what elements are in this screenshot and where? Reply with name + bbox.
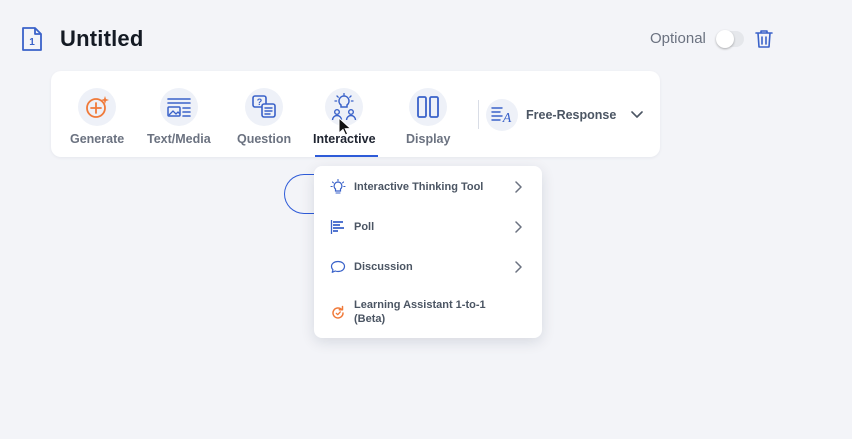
chevron-down-icon — [631, 111, 644, 118]
chevron-right-icon — [515, 221, 522, 233]
tool-display[interactable]: Display — [406, 88, 450, 146]
tool-label-text-media: Text/Media — [147, 132, 211, 146]
text-media-circle — [159, 88, 198, 126]
question-icon: ? — [252, 95, 276, 118]
display-circle — [409, 88, 448, 126]
free-response-circle: A — [486, 99, 518, 131]
tool-label-question: Question — [237, 132, 292, 146]
content-toolbar: Generate Text/Media ? Question Interacti… — [51, 71, 660, 157]
toolbar-divider — [478, 100, 479, 129]
question-circle: ? — [245, 88, 284, 126]
chevron-right-icon — [515, 261, 522, 273]
mouse-cursor-icon — [338, 117, 352, 136]
tool-text-media[interactable]: Text/Media — [147, 88, 211, 146]
interactive-menu: Interactive Thinking Tool Poll Discussio… — [314, 166, 542, 338]
assistant-refresh-icon — [332, 305, 344, 319]
menu-label-interactive-thinking-tool: Interactive Thinking Tool — [354, 181, 484, 193]
toggle-knob — [715, 29, 734, 48]
question-type-label: Free-Response — [526, 108, 617, 122]
generate-circle — [78, 88, 117, 126]
optional-label: Optional — [650, 30, 706, 47]
menu-label-discussion: Discussion — [354, 261, 413, 273]
sparkle-plus-icon — [86, 96, 110, 118]
optional-toggle[interactable] — [715, 29, 744, 48]
menu-item-learning-assistant[interactable]: Learning Assistant 1-to-1 (Beta) — [314, 298, 542, 328]
chat-bubble-icon — [330, 260, 346, 273]
tool-label-display: Display — [406, 132, 451, 146]
menu-label-learning-assistant: Learning Assistant 1-to-1 (Beta) — [354, 299, 486, 325]
tool-question[interactable]: ? Question — [237, 88, 291, 146]
tool-label-generate: Generate — [70, 132, 125, 146]
free-response-icon: A — [491, 107, 512, 126]
menu-label-poll: Poll — [354, 221, 375, 233]
page-title[interactable]: Untitled — [60, 26, 143, 52]
menu-item-discussion[interactable]: Discussion — [314, 258, 542, 276]
svg-text:A: A — [502, 111, 512, 126]
poll-bars-icon — [330, 220, 344, 234]
columns-icon — [417, 96, 440, 118]
tool-generate[interactable]: Generate — [70, 88, 124, 146]
trash-icon[interactable] — [754, 29, 774, 49]
page-number: 1 — [29, 37, 35, 48]
optional-control: Optional — [650, 29, 744, 48]
text-media-icon — [167, 98, 191, 117]
active-tab-underline — [315, 155, 378, 157]
lightbulb-icon — [330, 179, 346, 194]
menu-item-interactive-thinking-tool[interactable]: Interactive Thinking Tool — [314, 178, 542, 196]
chevron-right-icon — [515, 181, 522, 193]
page-number-icon: 1 — [22, 27, 42, 51]
question-type-dropdown[interactable]: A Free-Response — [486, 99, 644, 131]
menu-item-poll[interactable]: Poll — [314, 218, 542, 236]
